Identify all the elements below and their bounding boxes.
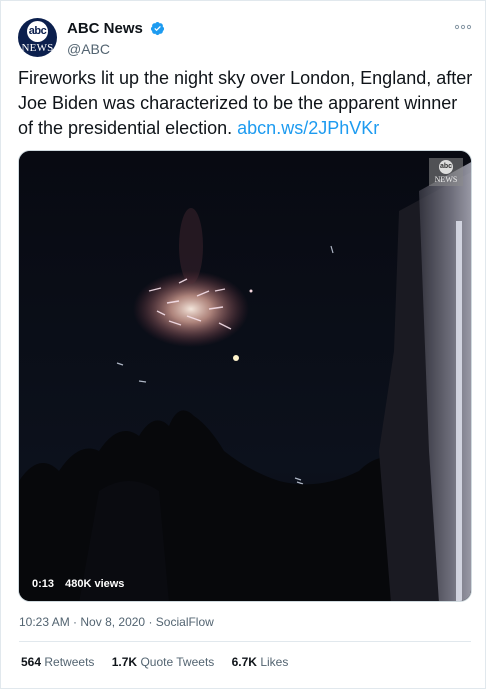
user-handle[interactable]: @ABC (67, 41, 165, 57)
avatar-news-text: NEWS (21, 42, 54, 54)
tweet-card: abc NEWS ABC News @ABC Fireworks lit up … (0, 0, 486, 689)
abc-news-watermark: abc NEWS (429, 158, 463, 186)
divider (19, 641, 471, 642)
separator-dot: · (148, 615, 156, 629)
user-info: ABC News @ABC (67, 20, 165, 57)
quote-tweets-label: Quote Tweets (140, 655, 215, 669)
tweet-source[interactable]: SocialFlow (156, 615, 214, 629)
retweets-count: 564 (21, 655, 42, 669)
video-meta: 0:13 480K views (32, 578, 132, 590)
retweets-label: Retweets (44, 655, 95, 669)
likes-stat[interactable]: 6.7K Likes (232, 655, 289, 669)
likes-label: Likes (260, 655, 289, 669)
tweet-date[interactable]: Nov 8, 2020 (80, 615, 145, 629)
avatar[interactable]: abc NEWS (18, 18, 57, 57)
tweet-time[interactable]: 10:23 AM (19, 615, 70, 629)
tweet-link[interactable]: abcn.ws/2JPhVKr (237, 118, 379, 138)
watermark-news: NEWS (434, 175, 458, 184)
likes-count: 6.7K (231, 655, 257, 669)
avatar-abc-logo: abc (27, 21, 48, 42)
quote-tweets-stat[interactable]: 1.7K Quote Tweets (112, 655, 215, 669)
video-duration: 0:13 (32, 578, 55, 590)
tweet-text: Fireworks lit up the night sky over Lond… (18, 66, 473, 141)
verified-badge-icon (151, 22, 165, 36)
engagement-stats: 564 Retweets 1.7K Quote Tweets 6.7K Like… (21, 655, 302, 669)
video-views: 480K views (65, 578, 125, 590)
watermark-abc: abc (439, 160, 453, 174)
more-options-icon[interactable] (454, 22, 472, 32)
quote-tweets-count: 1.7K (111, 655, 138, 669)
video-player[interactable]: abc NEWS 0:13 480K views (18, 150, 472, 602)
display-name[interactable]: ABC News (67, 20, 143, 37)
video-frame (19, 151, 471, 601)
tweet-timestamp: 10:23 AM · Nov 8, 2020 · SocialFlow (19, 615, 214, 629)
retweets-stat[interactable]: 564 Retweets (21, 655, 94, 669)
tweet-header: abc NEWS ABC News @ABC (18, 18, 476, 62)
